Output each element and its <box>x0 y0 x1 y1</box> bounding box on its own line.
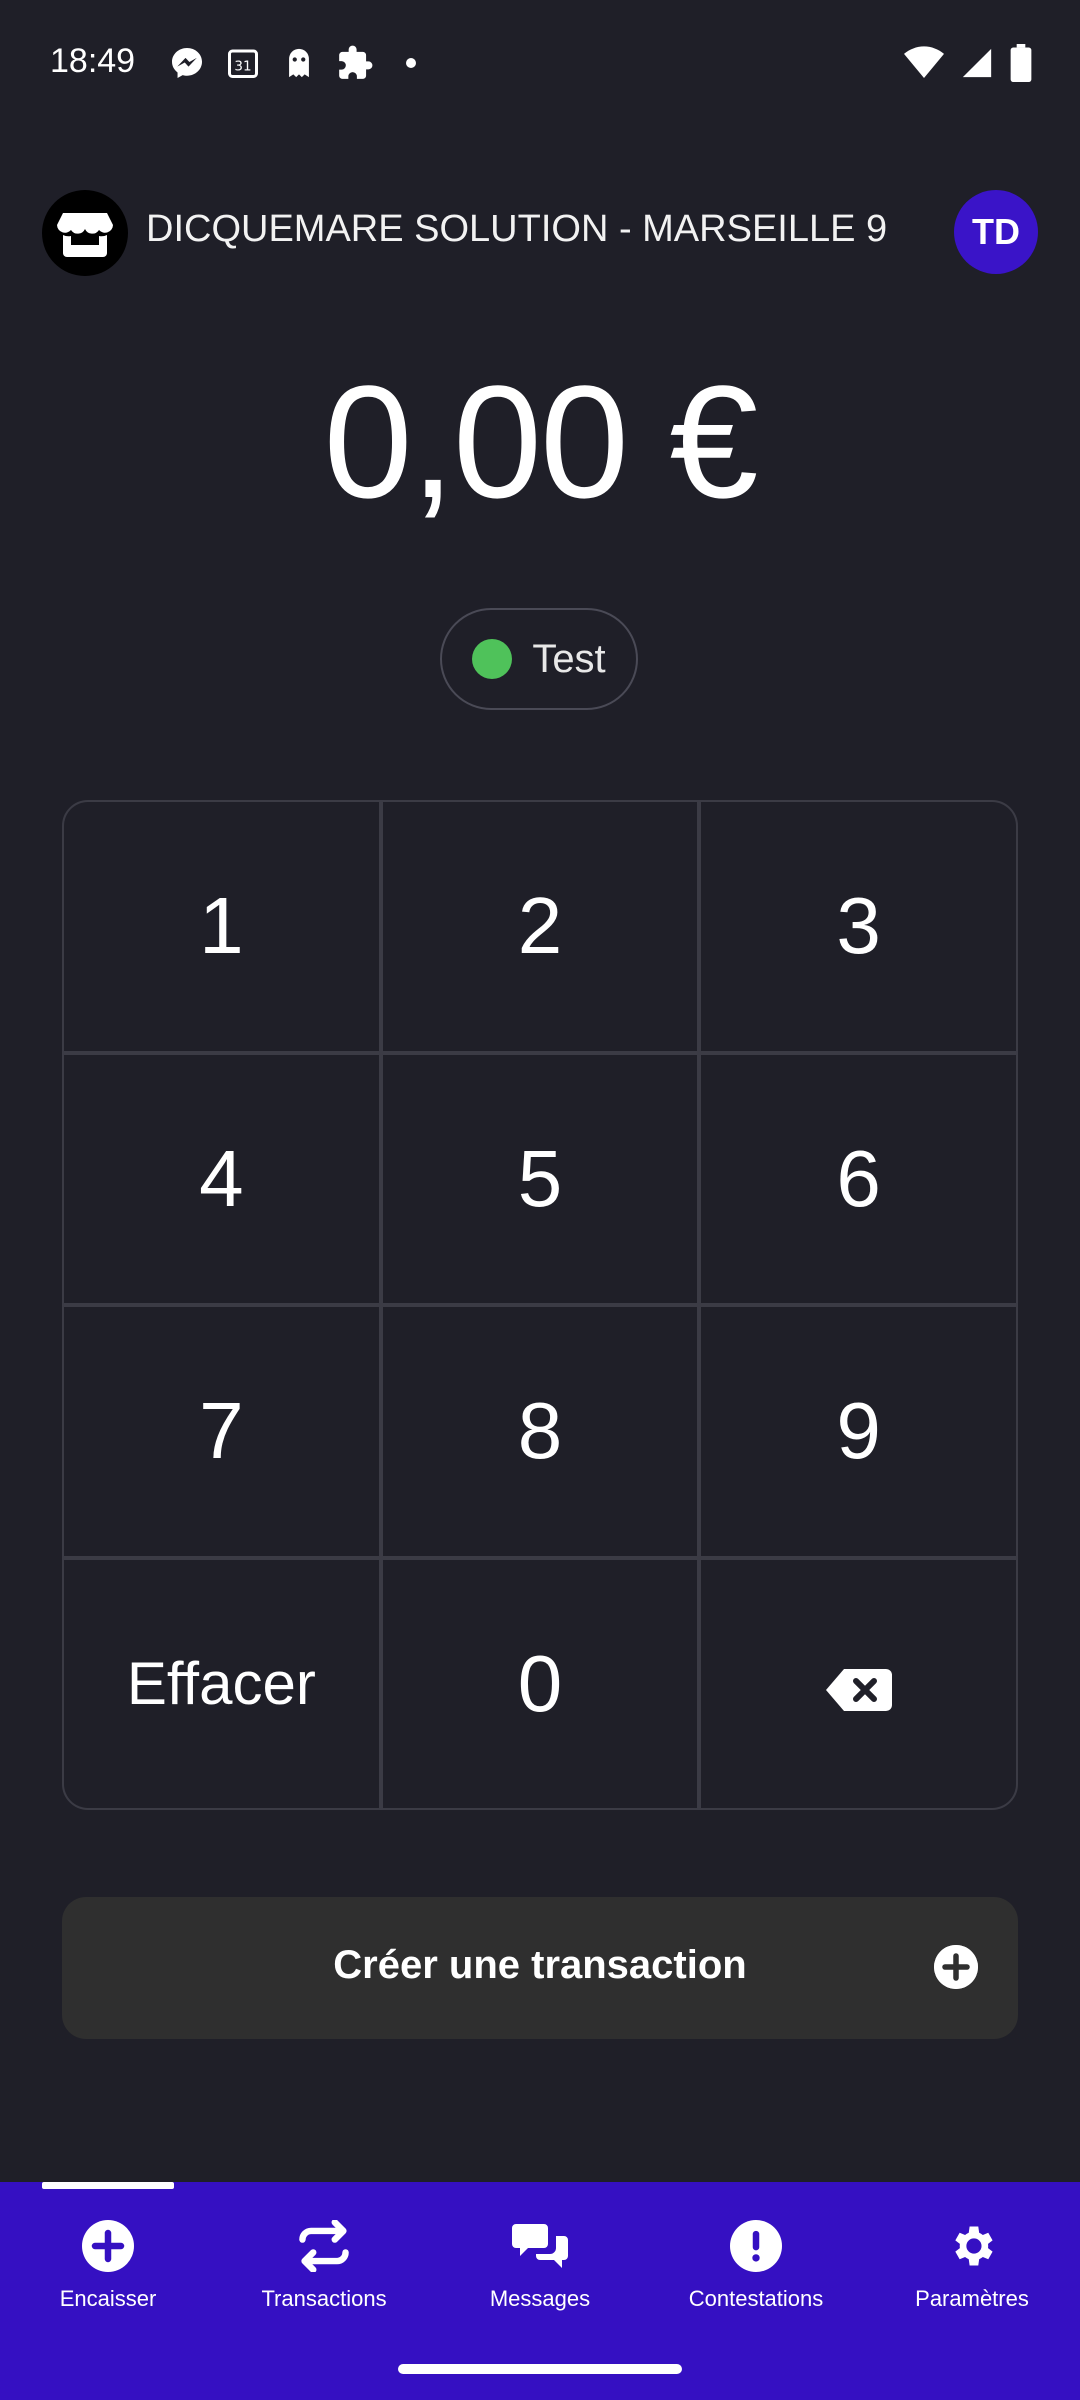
nav-item-parametres[interactable]: Paramètres <box>864 2218 1080 2328</box>
plus-circle-icon <box>80 2218 136 2274</box>
nav-item-encaisser[interactable]: Encaisser <box>0 2218 216 2328</box>
nav-label: Encaisser <box>59 2286 157 2311</box>
amount-display: 0,00 € <box>323 352 759 531</box>
exclamation-circle-icon <box>728 2218 784 2274</box>
status-time: 18:49 <box>50 42 136 80</box>
backspace-icon <box>825 1638 892 1730</box>
home-indicator[interactable] <box>398 2364 682 2374</box>
signal-icon <box>960 46 994 84</box>
dot-icon <box>392 44 430 82</box>
chat-bubbles-icon <box>512 2218 568 2274</box>
mode-label: Test <box>532 636 606 681</box>
system-icons <box>904 44 1032 86</box>
transfer-arrows-icon <box>296 2218 352 2274</box>
create-transaction-button[interactable]: Créer une transaction <box>62 1897 1018 2039</box>
nav-label: Messages <box>489 2286 591 2311</box>
numeric-keypad: 1 2 3 4 5 6 7 8 9 Effacer 0 <box>62 800 1018 1810</box>
merchant-header: DICQUEMARE SOLUTION - MARSEILLE 9 TD <box>42 190 1038 276</box>
store-icon[interactable] <box>42 190 128 276</box>
ghost-icon <box>280 44 318 82</box>
plus-circle-icon <box>934 1945 978 1989</box>
nav-label: Contestations <box>688 2286 824 2311</box>
status-dot-icon <box>472 639 513 679</box>
key-1[interactable]: 1 <box>64 802 379 1051</box>
nav-item-transactions[interactable]: Transactions <box>216 2218 432 2328</box>
calendar-icon: 31 <box>224 44 262 82</box>
key-3[interactable]: 3 <box>701 802 1016 1051</box>
nav-label: Transactions <box>261 2286 387 2311</box>
key-6[interactable]: 6 <box>701 1054 1016 1303</box>
puzzle-icon <box>336 44 374 82</box>
notification-icons: 31 <box>168 44 430 82</box>
nav-item-messages[interactable]: Messages <box>432 2218 648 2328</box>
gear-icon <box>944 2218 1000 2274</box>
nav-label: Paramètres <box>915 2286 1029 2311</box>
battery-icon <box>1010 44 1032 86</box>
key-7[interactable]: 7 <box>64 1307 379 1556</box>
avatar[interactable]: TD <box>954 190 1038 274</box>
key-9[interactable]: 9 <box>701 1307 1016 1556</box>
key-2[interactable]: 2 <box>382 802 698 1051</box>
backspace-button[interactable] <box>701 1559 1016 1808</box>
nav-item-contestations[interactable]: Contestations <box>648 2218 864 2328</box>
key-0[interactable]: 0 <box>382 1559 698 1808</box>
messenger-icon <box>168 44 206 82</box>
create-transaction-label: Créer une transaction <box>333 1943 747 1987</box>
wifi-icon <box>904 46 944 84</box>
key-8[interactable]: 8 <box>382 1307 698 1556</box>
status-bar: 18:49 31 <box>0 0 1080 130</box>
calendar-day: 31 <box>234 59 251 75</box>
active-tab-indicator <box>42 2182 174 2189</box>
key-5[interactable]: 5 <box>382 1054 698 1303</box>
mode-toggle[interactable]: Test <box>440 608 638 710</box>
store-name[interactable]: DICQUEMARE SOLUTION - MARSEILLE 9 <box>146 208 887 251</box>
clear-button[interactable]: Effacer <box>64 1559 379 1808</box>
key-4[interactable]: 4 <box>64 1054 379 1303</box>
